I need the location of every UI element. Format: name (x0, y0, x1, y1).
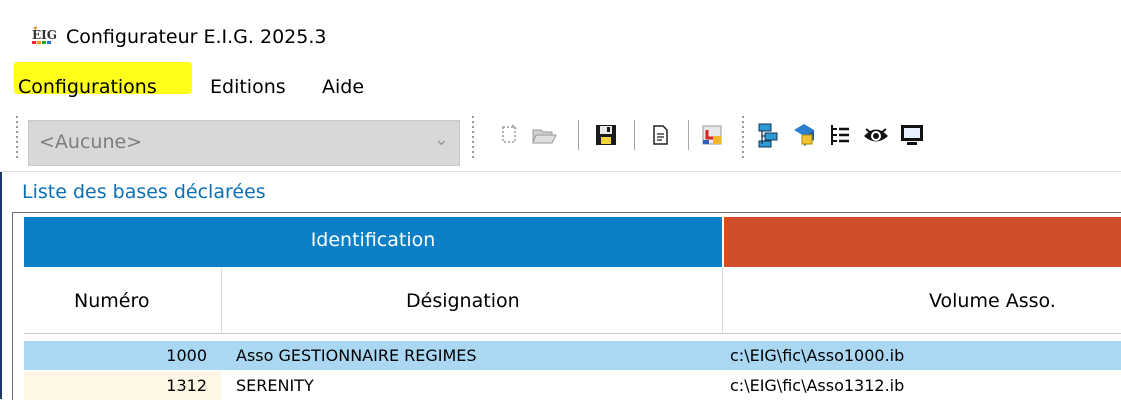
app-logo-icon: EIG (32, 26, 57, 44)
menu-configurations[interactable]: Configurations (18, 76, 157, 98)
save-icon[interactable] (592, 121, 620, 149)
toolbar-grip[interactable] (16, 116, 18, 160)
table-row[interactable]: 1000 Asso GESTIONNAIRE REGIMES c:\EIG\fi… (24, 341, 1121, 370)
network-icon[interactable] (754, 121, 782, 149)
eye-icon[interactable] (862, 121, 890, 149)
toolbar-grip[interactable] (472, 116, 474, 160)
cell-numero-text: 1000 (166, 346, 207, 365)
cell-numero: 1000 (24, 341, 221, 370)
toolbar-grip[interactable] (742, 116, 744, 160)
import-icon[interactable] (698, 121, 726, 149)
document-icon[interactable] (646, 121, 674, 149)
cell-volume: c:\EIG\fic\Asso1000.ib (730, 346, 905, 365)
cell-designation: SERENITY (236, 376, 314, 395)
open-folder-icon[interactable] (530, 121, 558, 149)
column-header-numero[interactable]: Numéro (24, 268, 221, 334)
tree-list-icon[interactable] (826, 121, 854, 149)
toolbar-separator (688, 120, 689, 150)
column-header-label: Volume Asso. (929, 290, 1056, 312)
chevron-down-icon[interactable]: ⌄ (434, 129, 449, 150)
column-header-label: Désignation (406, 290, 520, 312)
menu-aide[interactable]: Aide (322, 76, 364, 98)
group-header-identification: Identification (24, 217, 722, 267)
toolbar-separator (578, 120, 579, 150)
toolbar-divider (0, 171, 1121, 172)
toolbar-separator (634, 120, 635, 150)
header-bottom-border (24, 333, 1121, 334)
cell-numero: 1312 (24, 371, 221, 400)
base-selector-combo[interactable]: <Aucune> ⌄ (28, 120, 460, 166)
group-header-second (724, 217, 1121, 267)
svg-text:EIG: EIG (32, 28, 57, 42)
monitor-icon[interactable] (898, 121, 926, 149)
combo-value: <Aucune> (39, 131, 143, 153)
new-icon[interactable] (496, 121, 524, 149)
menu-editions[interactable]: Editions (210, 76, 286, 98)
cell-designation: Asso GESTIONNAIRE REGIMES (236, 346, 477, 365)
cell-numero-text: 1312 (166, 376, 207, 395)
group-header-label: Identification (310, 229, 436, 251)
column-header-designation[interactable]: Désignation (222, 268, 722, 334)
table-row[interactable]: 1312 SERENITY c:\EIG\fic\Asso1312.ib (24, 371, 1121, 400)
layers-icon[interactable] (790, 121, 818, 149)
title-bar: EIG Configurateur E.I.G. 2025.3 (0, 0, 1121, 68)
window-title: Configurateur E.I.G. 2025.3 (66, 26, 327, 48)
column-header-volume[interactable]: Volume Asso. (723, 268, 1121, 334)
list-title: Liste des bases déclarées (22, 181, 266, 203)
cell-volume: c:\EIG\fic\Asso1312.ib (730, 376, 905, 395)
column-header-label: Numéro (74, 290, 150, 312)
